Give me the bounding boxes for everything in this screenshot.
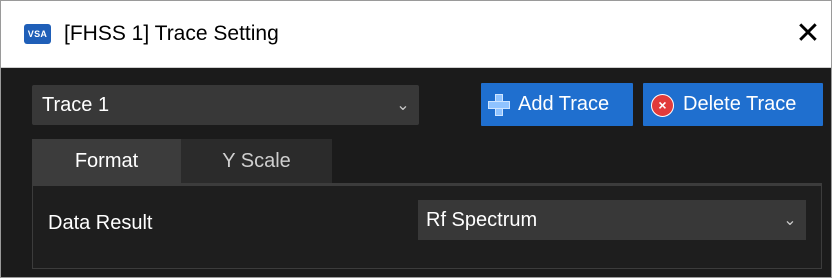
data-result-dropdown[interactable]: Rf Spectrum ⌄	[418, 200, 806, 240]
delete-trace-label: Delete Trace	[683, 93, 797, 115]
data-result-value: Rf Spectrum	[426, 209, 538, 231]
add-trace-button[interactable]: Add Trace	[481, 83, 633, 126]
title-bar[interactable]: VSA [FHSS 1] Trace Setting ✕	[1, 1, 831, 68]
tab-format[interactable]: Format	[32, 139, 181, 183]
tab-y-scale[interactable]: Y Scale	[181, 139, 332, 183]
delete-circle-icon: ×	[651, 94, 674, 117]
trace-setting-dialog: VSA [FHSS 1] Trace Setting ✕ Trace 1 ⌄ A…	[0, 0, 832, 278]
panel-divider	[33, 184, 821, 186]
vsa-app-icon: VSA	[24, 24, 51, 44]
window-title: [FHSS 1] Trace Setting	[64, 22, 279, 45]
chevron-down-icon: ⌄	[783, 212, 797, 229]
trace-dropdown[interactable]: Trace 1 ⌄	[32, 85, 419, 125]
trace-dropdown-value: Trace 1	[42, 94, 110, 116]
close-button[interactable]: ✕	[791, 17, 825, 51]
add-trace-label: Add Trace	[518, 93, 610, 115]
chevron-down-icon: ⌄	[396, 97, 410, 114]
delete-trace-button[interactable]: × Delete Trace	[643, 83, 823, 126]
format-panel: Data Result Rf Spectrum ⌄	[32, 183, 822, 269]
data-result-label: Data Result	[48, 212, 153, 234]
plus-icon	[487, 93, 511, 117]
